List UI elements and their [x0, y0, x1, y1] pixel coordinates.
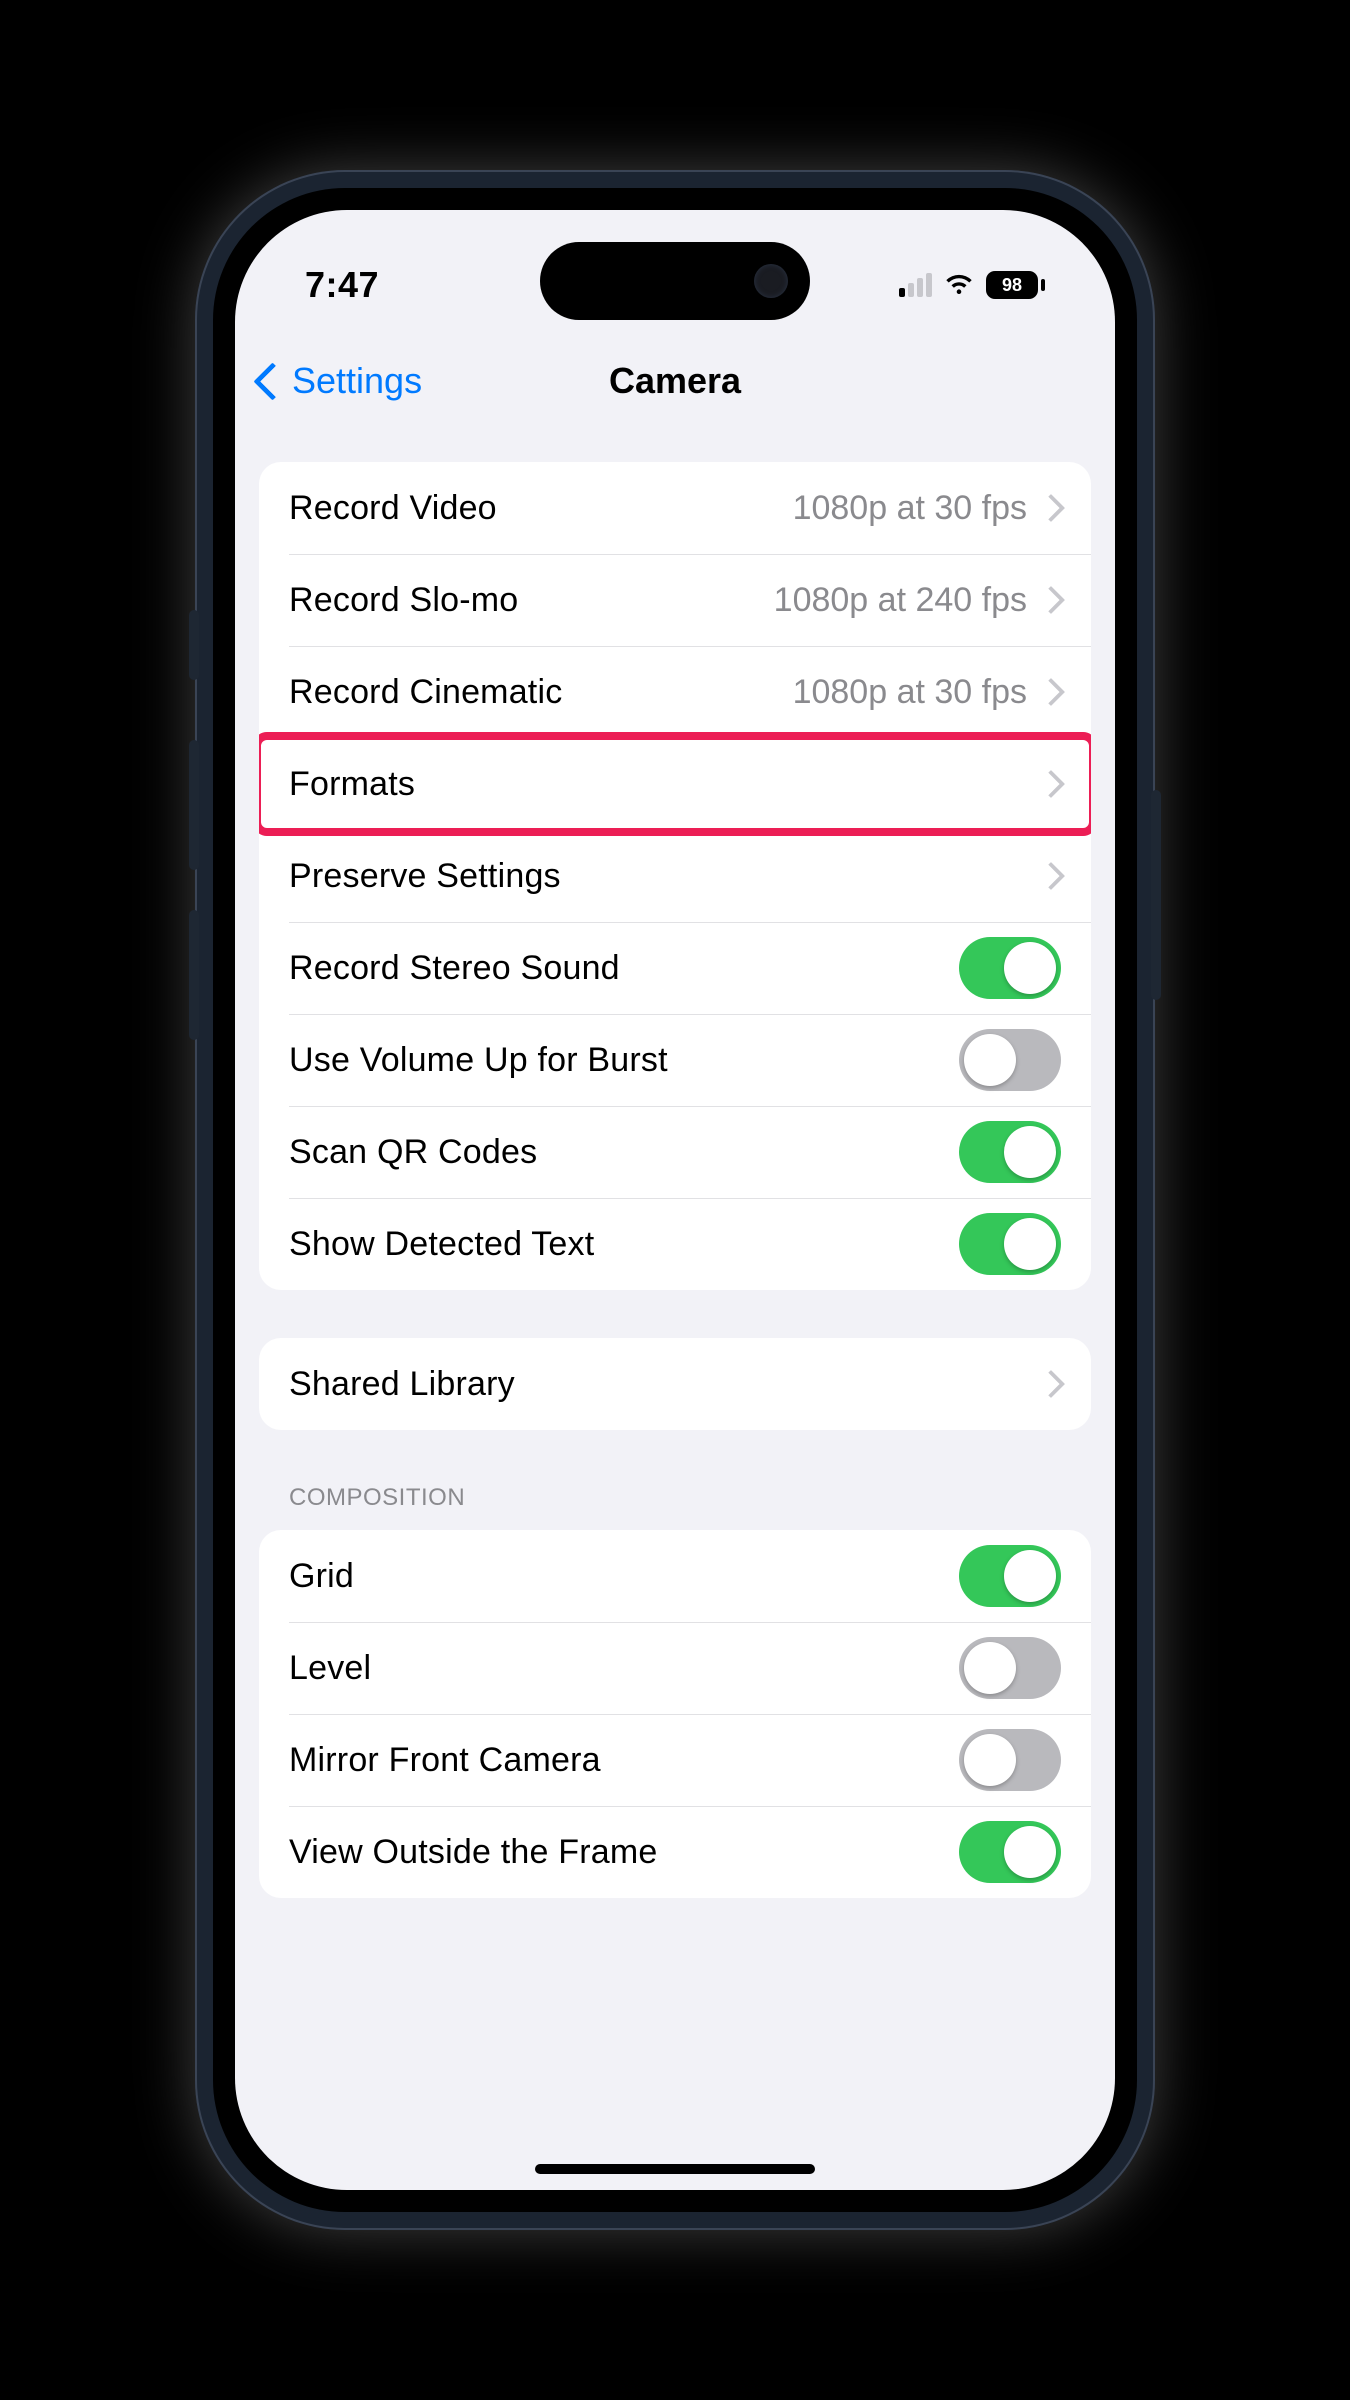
row-label: View Outside the Frame	[289, 1833, 959, 1872]
row-mirror-front-camera[interactable]: Mirror Front Camera	[259, 1714, 1091, 1806]
row-label: Mirror Front Camera	[289, 1741, 959, 1780]
row-label: Formats	[289, 765, 1041, 804]
toggle-scan-qr-codes[interactable]	[959, 1121, 1061, 1183]
settings-group-2: Shared Library	[259, 1338, 1091, 1430]
volume-down-button	[189, 910, 199, 1040]
screen: 7:47 98 Settin	[235, 210, 1115, 2190]
toggle-knob	[1004, 1550, 1056, 1602]
toggle-knob	[964, 1642, 1016, 1694]
cellular-icon	[899, 273, 932, 297]
row-label: Shared Library	[289, 1365, 1041, 1404]
row-label: Show Detected Text	[289, 1225, 959, 1264]
row-shared-library[interactable]: Shared Library	[259, 1338, 1091, 1430]
settings-group-1: Record Video1080p at 30 fpsRecord Slo-mo…	[259, 462, 1091, 1290]
row-view-outside-the-frame[interactable]: View Outside the Frame	[259, 1806, 1091, 1898]
row-record-stereo-sound[interactable]: Record Stereo Sound	[259, 922, 1091, 1014]
toggle-knob	[1004, 942, 1056, 994]
toggle-record-stereo-sound[interactable]	[959, 937, 1061, 999]
battery-level: 98	[986, 271, 1038, 299]
row-label: Scan QR Codes	[289, 1133, 959, 1172]
toggle-level[interactable]	[959, 1637, 1061, 1699]
row-label: Grid	[289, 1557, 959, 1596]
chevron-right-icon	[1037, 770, 1065, 798]
chevron-right-icon	[1037, 862, 1065, 890]
phone-frame: 7:47 98 Settin	[195, 170, 1155, 2230]
row-record-slo-mo[interactable]: Record Slo-mo1080p at 240 fps	[259, 554, 1091, 646]
row-grid[interactable]: Grid	[259, 1530, 1091, 1622]
nav-bar: Settings Camera	[235, 340, 1115, 422]
toggle-view-outside-the-frame[interactable]	[959, 1821, 1061, 1883]
row-value: 1080p at 30 fps	[793, 489, 1027, 528]
status-time: 7:47	[305, 234, 379, 306]
row-formats[interactable]: Formats	[259, 738, 1091, 830]
chevron-right-icon	[1037, 494, 1065, 522]
content[interactable]: Record Video1080p at 30 fpsRecord Slo-mo…	[235, 434, 1115, 2190]
toggle-knob	[1004, 1218, 1056, 1270]
row-label: Preserve Settings	[289, 857, 1041, 896]
row-label: Record Video	[289, 489, 793, 528]
settings-group-3: Grid Level Mirror Front Camera View Outside…	[259, 1530, 1091, 1898]
toggle-use-volume-up-for-burst[interactable]	[959, 1029, 1061, 1091]
row-preserve-settings[interactable]: Preserve Settings	[259, 830, 1091, 922]
silence-switch	[189, 610, 199, 680]
status-icons: 98	[899, 241, 1045, 299]
back-button[interactable]: Settings	[259, 360, 422, 402]
row-record-video[interactable]: Record Video1080p at 30 fps	[259, 462, 1091, 554]
row-show-detected-text[interactable]: Show Detected Text	[259, 1198, 1091, 1290]
row-label: Record Slo-mo	[289, 581, 774, 620]
dynamic-island	[540, 242, 810, 320]
power-button	[1151, 790, 1161, 1000]
row-value: 1080p at 240 fps	[774, 581, 1027, 620]
chevron-right-icon	[1037, 1370, 1065, 1398]
row-use-volume-up-for-burst[interactable]: Use Volume Up for Burst	[259, 1014, 1091, 1106]
battery-icon: 98	[986, 271, 1045, 299]
stage: 7:47 98 Settin	[0, 0, 1350, 2400]
toggle-grid[interactable]	[959, 1545, 1061, 1607]
toggle-show-detected-text[interactable]	[959, 1213, 1061, 1275]
row-label: Record Stereo Sound	[289, 949, 959, 988]
toggle-knob	[964, 1734, 1016, 1786]
home-indicator[interactable]	[535, 2164, 815, 2174]
toggle-mirror-front-camera[interactable]	[959, 1729, 1061, 1791]
toggle-knob	[1004, 1126, 1056, 1178]
wifi-icon	[944, 273, 974, 297]
chevron-right-icon	[1037, 678, 1065, 706]
toggle-knob	[1004, 1826, 1056, 1878]
section-header-composition: COMPOSITION	[259, 1484, 1091, 1520]
chevron-left-icon	[253, 362, 291, 400]
row-record-cinematic[interactable]: Record Cinematic1080p at 30 fps	[259, 646, 1091, 738]
row-label: Level	[289, 1649, 959, 1688]
back-label: Settings	[292, 360, 422, 402]
toggle-knob	[964, 1034, 1016, 1086]
row-level[interactable]: Level	[259, 1622, 1091, 1714]
phone-bezel: 7:47 98 Settin	[213, 188, 1137, 2212]
chevron-right-icon	[1037, 586, 1065, 614]
page-title: Camera	[609, 360, 741, 402]
row-value: 1080p at 30 fps	[793, 673, 1027, 712]
row-scan-qr-codes[interactable]: Scan QR Codes	[259, 1106, 1091, 1198]
row-label: Record Cinematic	[289, 673, 793, 712]
row-label: Use Volume Up for Burst	[289, 1041, 959, 1080]
volume-up-button	[189, 740, 199, 870]
